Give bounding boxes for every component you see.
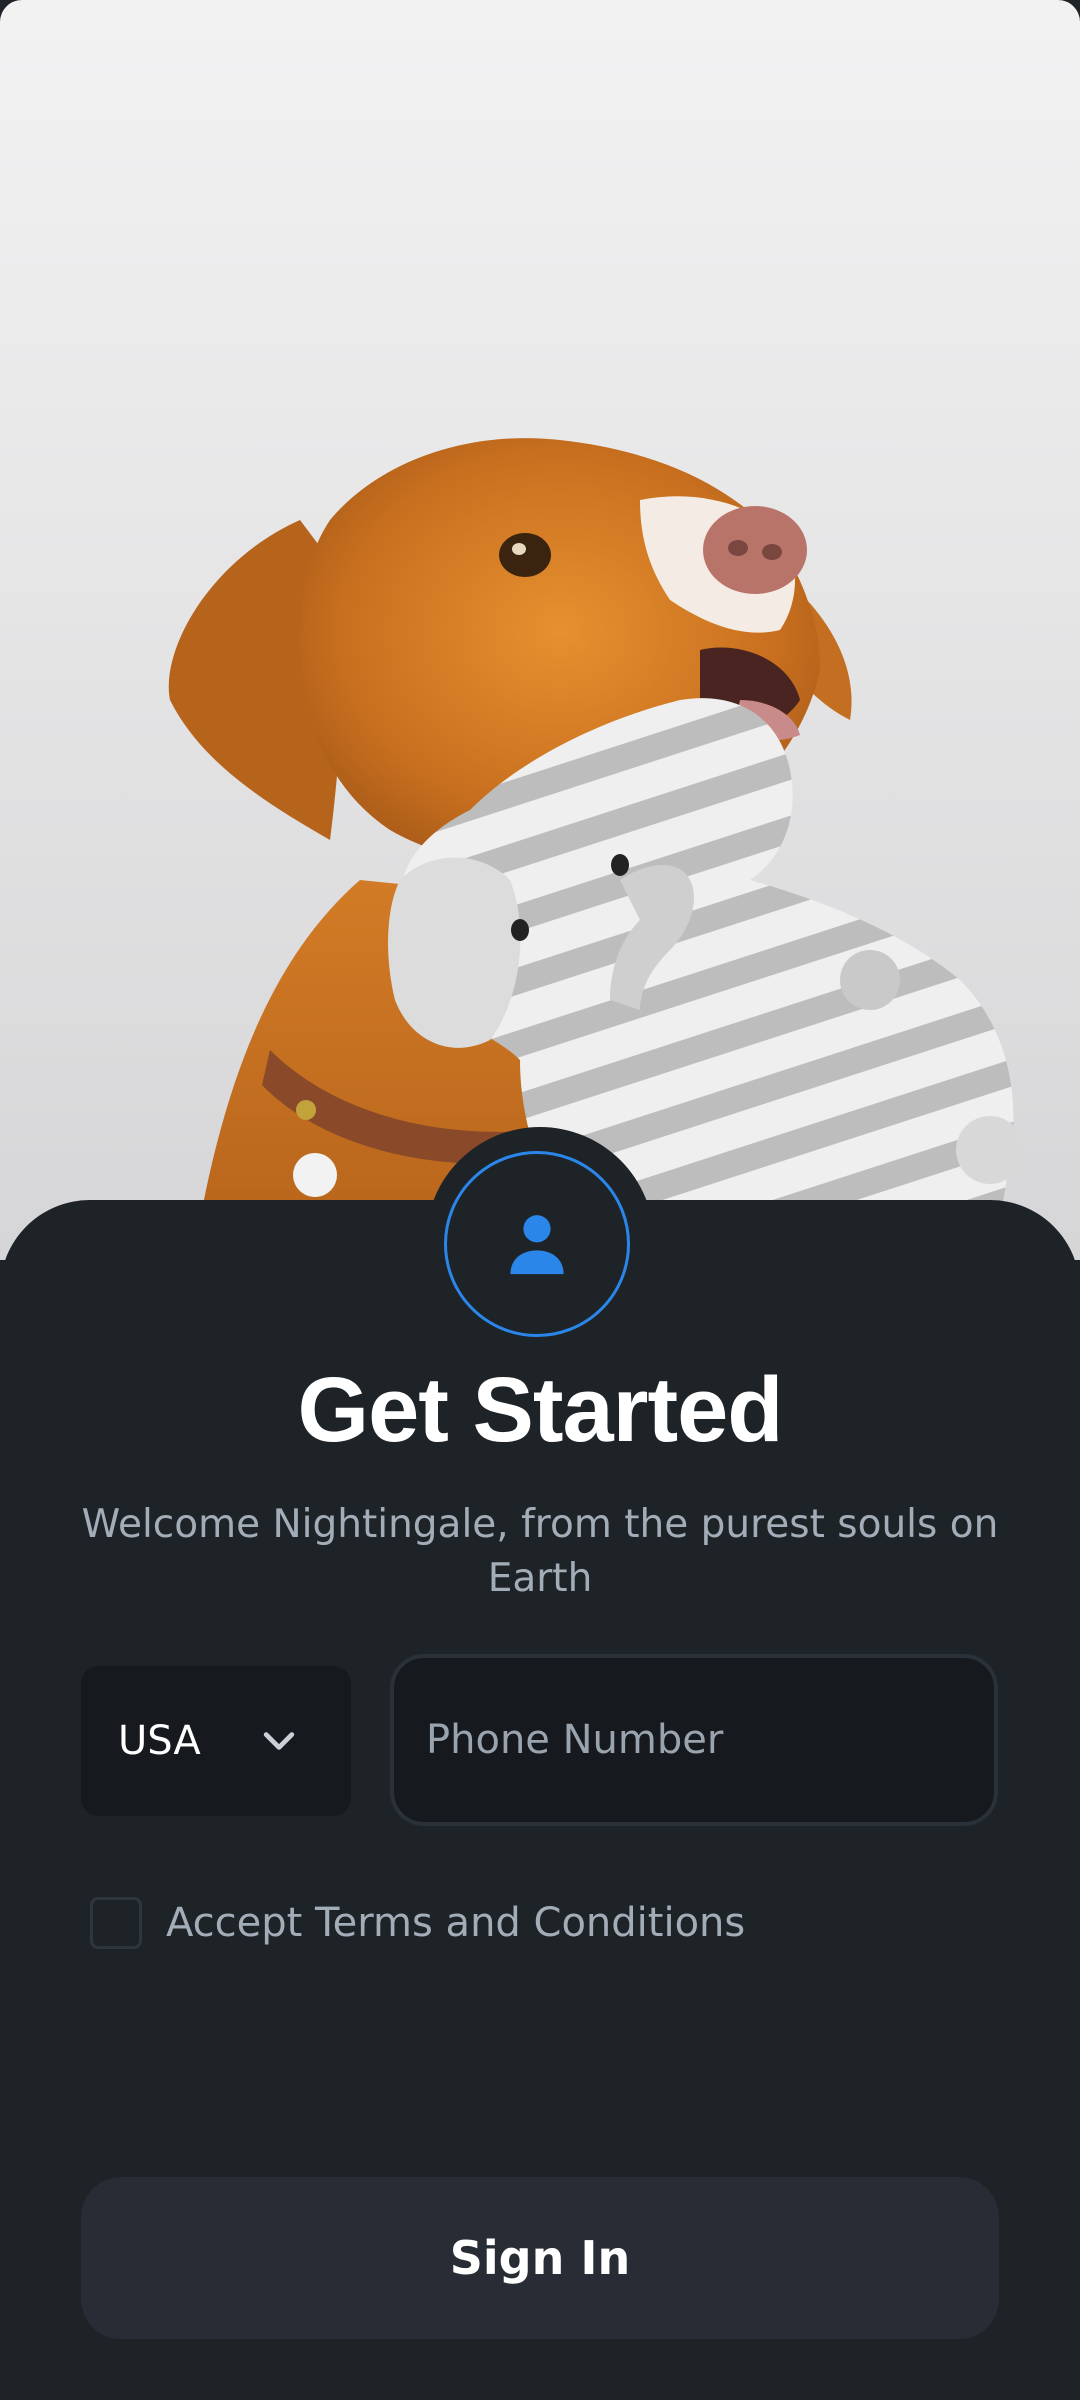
terms-label[interactable]: Accept Terms and Conditions xyxy=(166,1900,745,1946)
get-started-screen: Get Started Welcome Nightingale, from th… xyxy=(0,0,1080,2400)
welcome-subtitle: Welcome Nightingale, from the purest sou… xyxy=(81,1502,999,1601)
chevron-down-icon xyxy=(263,1732,295,1750)
avatar xyxy=(444,1151,630,1337)
sign-in-button[interactable]: Sign In xyxy=(81,2177,999,2339)
dog-with-toy-illustration xyxy=(168,438,1024,1220)
page-title: Get Started xyxy=(297,1359,784,1461)
terms-row[interactable]: Accept Terms and Conditions xyxy=(90,1895,745,1951)
phone-number-input[interactable] xyxy=(390,1654,998,1826)
terms-checkbox[interactable] xyxy=(90,1897,142,1949)
country-select[interactable]: USA xyxy=(81,1666,351,1816)
user-icon xyxy=(510,1215,564,1275)
country-selected-value: USA xyxy=(118,1718,201,1764)
hero-image xyxy=(0,0,1080,1260)
